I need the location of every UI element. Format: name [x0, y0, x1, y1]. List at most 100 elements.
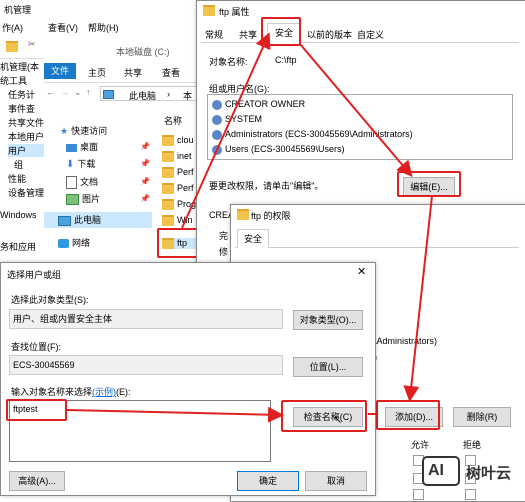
edit-hint: 要更改权限，请单击"编辑"。 — [209, 181, 324, 191]
tree-item[interactable]: 机管理(本 — [0, 60, 44, 73]
ok-button[interactable]: 确定 — [237, 471, 299, 491]
tree-item[interactable]: 务和应用 — [0, 240, 44, 253]
address-text: 此电脑 — [129, 91, 157, 101]
tab-security[interactable]: 安全 — [237, 229, 269, 248]
file-item[interactable]: Perf — [162, 167, 194, 179]
highlight-edit-button — [397, 171, 461, 197]
address-end: 本 — [183, 91, 193, 101]
watermark-text: 树叶云 — [466, 465, 512, 482]
watermark-badge: AI — [422, 456, 460, 486]
tab-sharing[interactable]: 共享 — [239, 28, 257, 41]
tree-item[interactable]: 性能 — [8, 172, 44, 185]
user-group-icon — [212, 99, 222, 110]
tree-item[interactable]: 事件查 — [8, 102, 44, 115]
forward-arrow-icon[interactable]: → — [60, 87, 69, 97]
watermark-badge-text: AI — [428, 462, 444, 479]
pin-icon: 📌 — [140, 177, 150, 186]
folder-icon — [162, 135, 174, 147]
tree-item[interactable]: 统工具 — [0, 74, 44, 87]
permission-side-label: 完 — [219, 231, 229, 241]
folder-icon — [203, 5, 218, 17]
file-item[interactable]: Perf — [162, 183, 194, 195]
nav-desktop[interactable]: 桌面 — [66, 140, 98, 153]
cut-icon[interactable]: ✂ — [28, 39, 36, 50]
mmc-tree: 机管理(本 统工具 任务计 事件查 共享文件 本地用户 用户 组 性能 设备管理… — [0, 58, 44, 268]
file-item[interactable]: Prog — [162, 199, 196, 211]
pc-icon — [58, 215, 71, 226]
highlight-add-button — [376, 400, 440, 430]
object-type-field: 用户、组或内置安全主体 — [9, 309, 283, 329]
remove-button[interactable]: 删除(R) — [453, 407, 511, 427]
file-item[interactable]: Win — [162, 215, 193, 227]
desktop-icon — [66, 143, 77, 152]
pin-icon: 📌 — [140, 142, 150, 151]
tree-item[interactable]: Windows — [0, 210, 44, 220]
download-icon: ⬇ — [66, 159, 75, 170]
address-separator: › — [167, 89, 170, 99]
explorer-title: 本地磁盘 (C:) — [116, 47, 170, 57]
nav-this-pc[interactable]: 此电脑 — [44, 212, 152, 228]
tab-previous-versions[interactable]: 以前的版本 — [307, 28, 352, 41]
up-arrow-icon[interactable]: ↑ — [86, 87, 91, 97]
file-item[interactable]: inet — [162, 151, 192, 163]
object-type-label: 选择此对象类型(S): — [11, 295, 89, 305]
back-arrow-icon[interactable]: ← — [46, 87, 55, 97]
mmc-menu-view[interactable]: 查看(V) — [48, 21, 78, 34]
object-name-value: C:\ftp — [275, 55, 297, 65]
tree-item-selected[interactable]: 用户 — [8, 144, 44, 157]
tree-item[interactable]: 任务计 — [8, 88, 44, 101]
user-list-item[interactable]: Administrators (ECS-30045569\Administrat… — [212, 129, 413, 140]
close-icon[interactable]: ✕ — [357, 265, 366, 278]
nav-downloads[interactable]: ⬇ 下载 — [66, 157, 95, 170]
user-list-item[interactable]: SYSTEM — [212, 114, 262, 125]
nav-pictures[interactable]: 图片 — [66, 192, 100, 206]
explorer-ribbon: 文件 主页 共享 查看 — [44, 60, 204, 83]
network-icon — [58, 239, 69, 249]
mmc-menu-help[interactable]: 帮助(H) — [88, 21, 119, 34]
tree-item[interactable]: 共享文件 — [8, 116, 44, 129]
locations-button[interactable]: 位置(L)... — [293, 357, 363, 377]
user-group-icon — [212, 114, 222, 125]
highlight-ftp-folder — [157, 228, 199, 258]
file-item[interactable]: clou — [162, 135, 194, 147]
properties-title: ftp 属性 — [219, 7, 250, 17]
cancel-button[interactable]: 取消 — [305, 471, 367, 491]
ribbon-tab-home[interactable]: 主页 — [88, 66, 106, 79]
ribbon-tab-share[interactable]: 共享 — [124, 66, 142, 79]
ribbon-tab-view[interactable]: 查看 — [162, 66, 180, 79]
folder-icon[interactable] — [6, 41, 21, 53]
nav-network[interactable]: 网络 — [58, 236, 90, 249]
select-users-title: 选择用户或组 — [7, 270, 62, 280]
highlight-check-names — [281, 400, 367, 432]
tree-item[interactable]: 组 — [14, 158, 44, 171]
tree-item[interactable]: 本地用户 — [8, 130, 44, 143]
column-header-name[interactable]: 名称 — [164, 114, 182, 127]
user-group-icon — [212, 144, 222, 155]
advanced-button[interactable]: 高级(A)... — [9, 471, 65, 491]
location-field: ECS-30045569 — [9, 355, 283, 375]
permission-side-label: 修 — [219, 247, 229, 257]
highlight-name-input — [6, 399, 67, 421]
permissions-tabs: 安全 — [235, 229, 519, 248]
object-types-button[interactable]: 对象类型(O)... — [293, 310, 363, 330]
user-list-item[interactable]: Users (ECS-30045569\Users) — [212, 144, 345, 155]
tree-item[interactable]: 设备管理 — [8, 186, 44, 199]
nav-documents[interactable]: 文档 — [66, 175, 98, 190]
address-field[interactable]: 此电脑 › 本 — [100, 86, 204, 101]
dropdown-chevron-icon[interactable]: ⌄ — [74, 87, 82, 98]
tab-general[interactable]: 常规 — [205, 28, 223, 41]
folder-icon — [162, 151, 174, 163]
pc-icon — [103, 89, 117, 100]
mmc-menu-action[interactable]: 作(A) — [2, 21, 23, 34]
select-users-dialog: 选择用户或组 ✕ 选择此对象类型(S): 用户、组或内置安全主体 对象类型(O)… — [0, 262, 376, 496]
admin-line: 5\Administrators) — [369, 336, 438, 346]
nav-quick-access[interactable]: ★ 快速访问 — [60, 124, 107, 137]
highlight-security-tab — [261, 17, 301, 46]
user-list-item[interactable]: CREATOR OWNER — [212, 99, 305, 110]
tab-customize[interactable]: 自定义 — [357, 28, 384, 41]
star-icon: ★ — [60, 126, 69, 136]
examples-link[interactable]: (示例) — [92, 387, 116, 397]
ribbon-tab-file[interactable]: 文件 — [44, 63, 76, 79]
mmc-menubar: 作(A) 查看(V) 帮助(H) — [0, 20, 200, 34]
folder-icon — [162, 199, 174, 211]
